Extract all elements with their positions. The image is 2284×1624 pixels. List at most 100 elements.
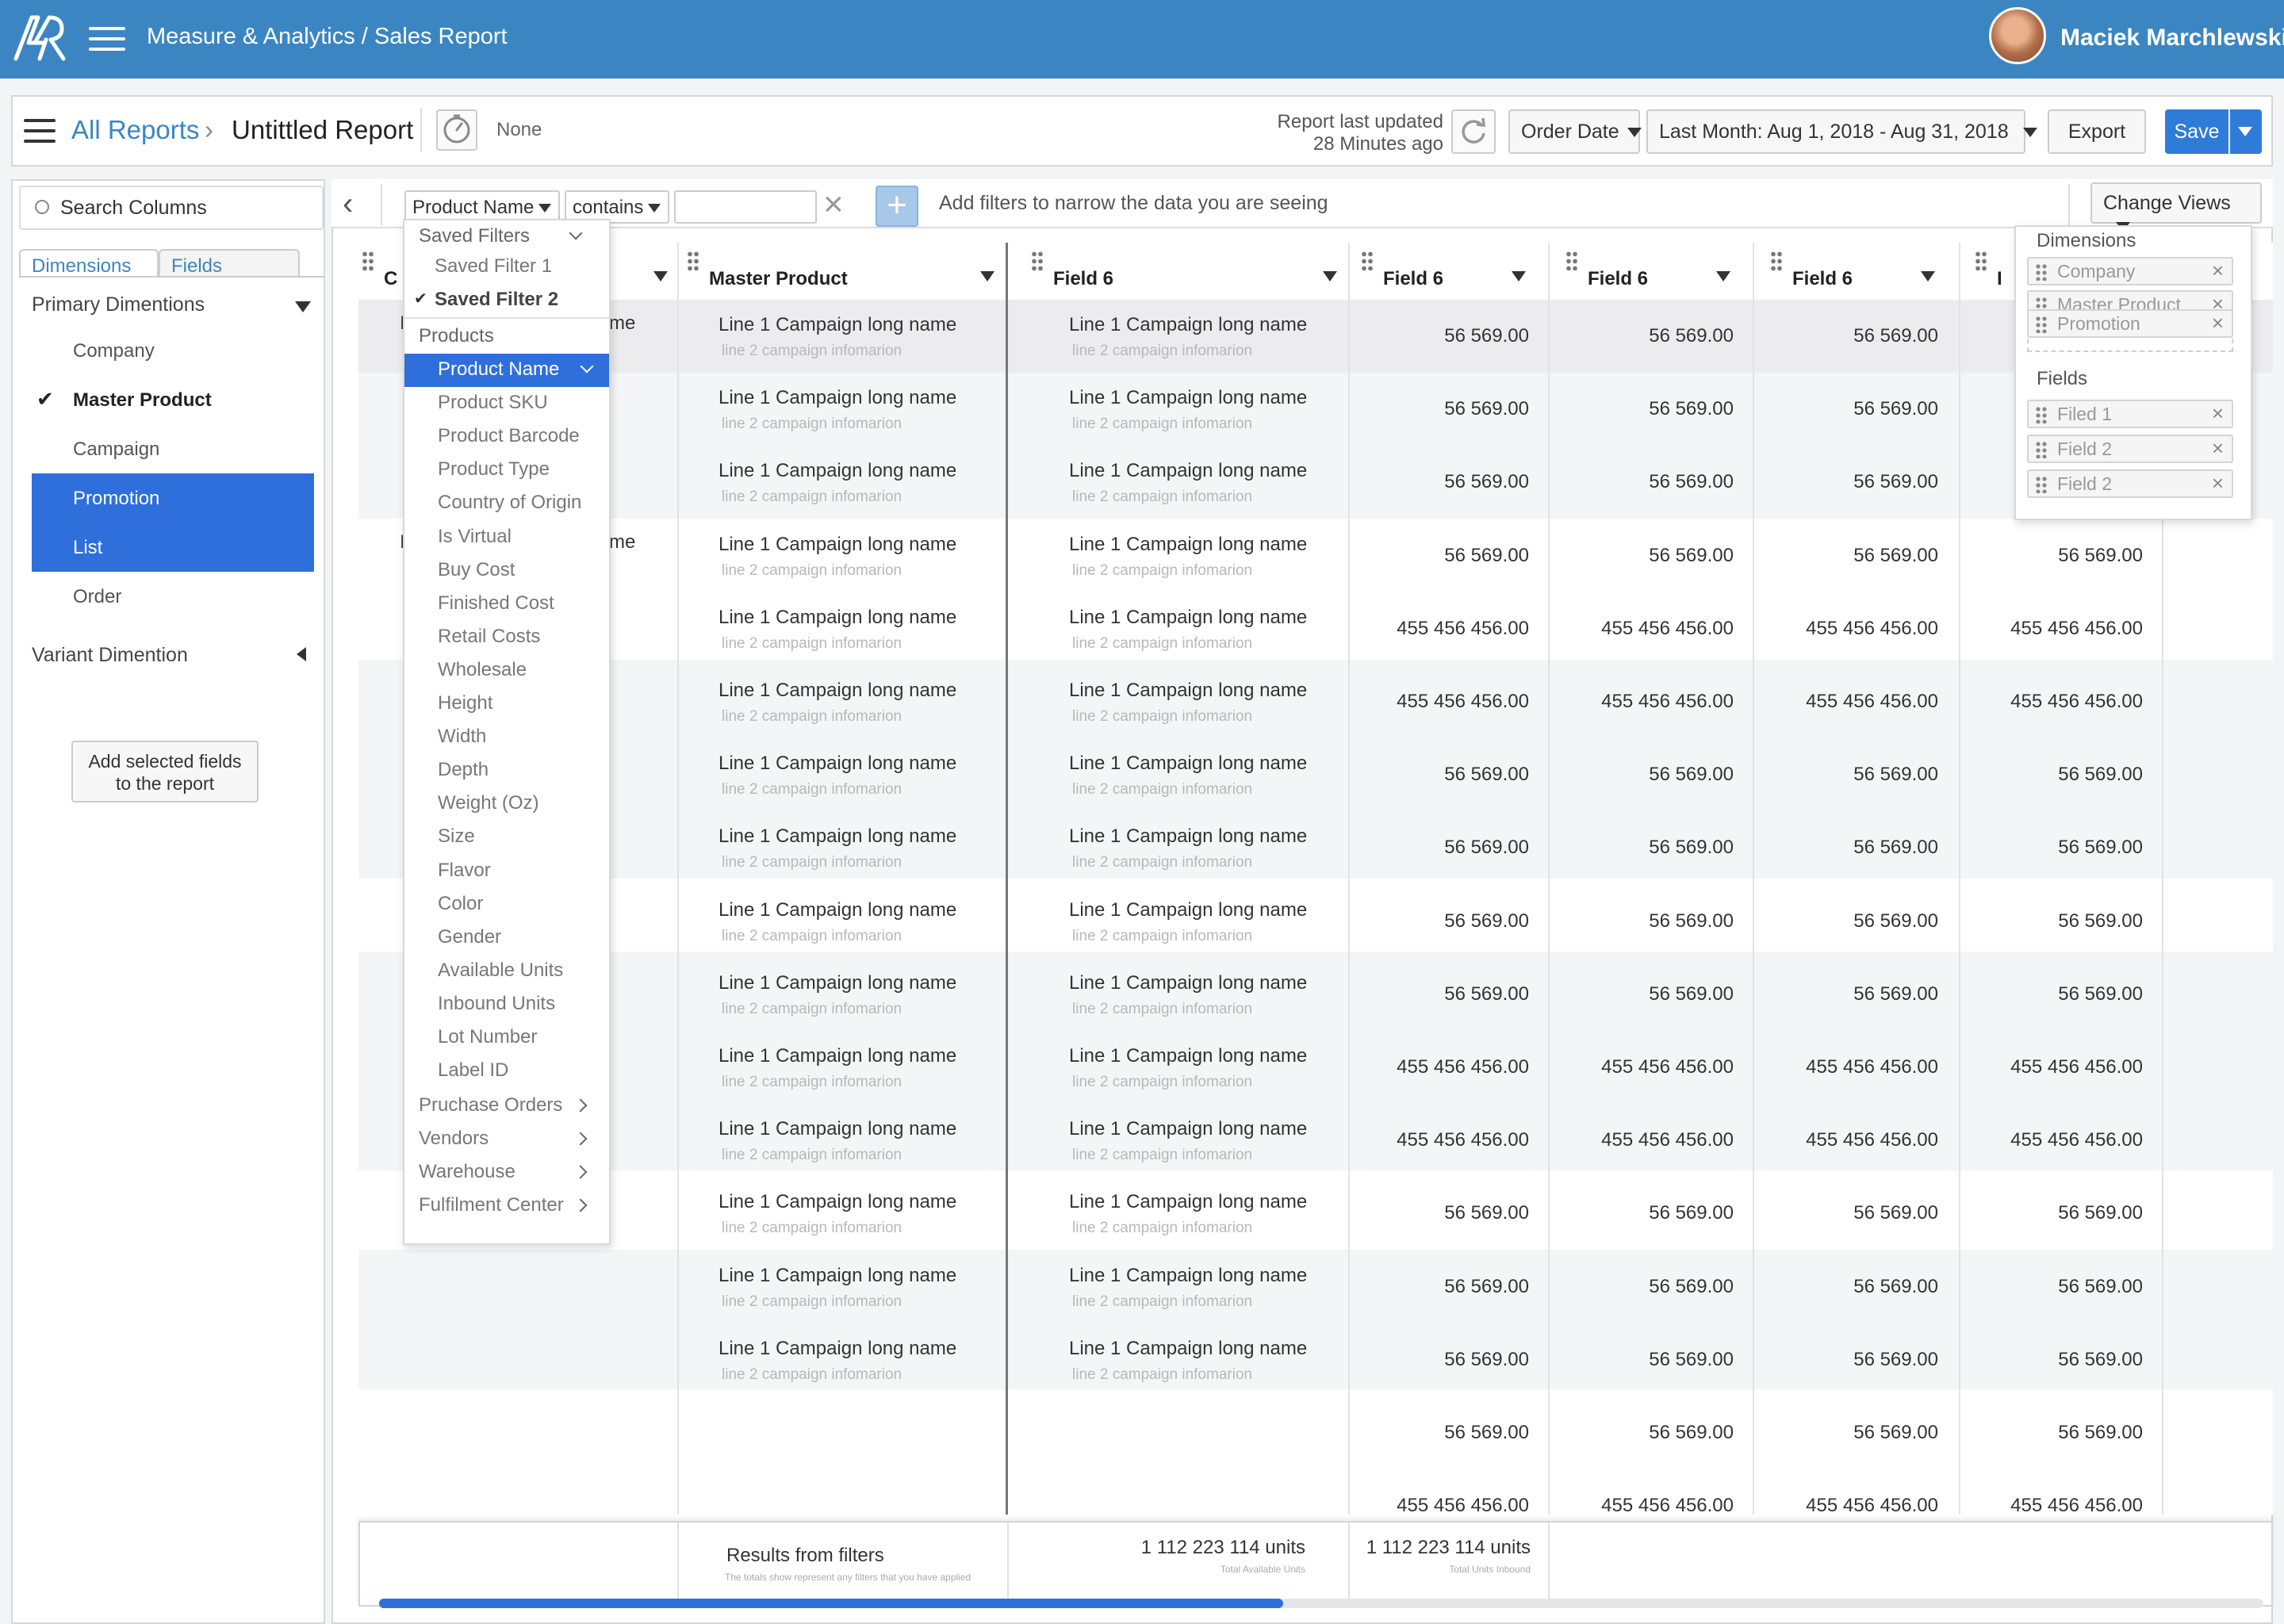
horizontal-scrollbar-thumb[interactable] [379,1599,1283,1608]
column-header-field-6[interactable]: Field 6 [1770,251,1953,297]
tab-fields[interactable]: Fields [159,249,300,278]
field-chip-2[interactable]: Field 2 × [2027,435,2233,463]
drag-handle-icon[interactable] [2035,316,2048,333]
date-field-select[interactable]: Order Date [1508,109,1642,154]
menu-heading-products[interactable]: Products [404,320,609,354]
menu-item-finished-cost[interactable]: Finished Cost [404,588,609,621]
menu-item-color[interactable]: Color [404,888,609,921]
chip-label: Field 2 [2057,439,2113,459]
menu-item-inbound-units[interactable]: Inbound Units [404,988,609,1021]
app-logo[interactable] [11,11,67,63]
dimension-item-campaign[interactable]: Campaign [32,424,314,473]
filter-value-input[interactable] [674,190,817,224]
export-button[interactable]: Export [2048,109,2146,154]
cell-campaign-info: line 2 campaign infomarion [1072,562,1253,579]
caret-down-icon[interactable] [653,271,668,282]
cell-value: 455 456 456.00 [1806,618,1938,639]
caret-down-icon[interactable] [1512,271,1526,282]
change-views-button[interactable]: Change Views [2090,182,2262,232]
menu-item-label-id[interactable]: Label ID [404,1055,609,1088]
dimension-item-company[interactable]: Company [32,326,314,375]
drag-handle-icon[interactable] [1975,251,1987,271]
breadcrumb-all-reports[interactable]: All Reports [71,115,199,145]
menu-item-weight-oz[interactable]: Weight (Oz) [404,787,609,821]
tab-dimensions[interactable]: Dimensions [19,249,159,278]
remove-icon[interactable]: × [2212,436,2224,461]
menu-item-saved-filter-2[interactable]: Saved Filter 2 [404,284,609,317]
caret-down-icon[interactable] [1323,271,1337,282]
menu-item-product-sku[interactable]: Product SKU [404,387,609,420]
menu-item-retail-costs[interactable]: Retail Costs [404,621,609,654]
drag-handle-icon[interactable] [1770,251,1783,271]
caret-down-icon[interactable] [1716,271,1730,282]
cell-value: 56 569.00 [1649,398,1734,419]
column-header-field-6[interactable]: Field 6 [1031,251,1343,297]
drag-handle-icon[interactable] [687,251,699,271]
menu-item-size[interactable]: Size [404,821,609,854]
menu-item-flavor[interactable]: Flavor [404,855,609,888]
menu-item-available-units[interactable]: Available Units [404,955,609,988]
remove-icon[interactable]: × [2212,311,2224,335]
menu-item-lot-number[interactable]: Lot Number [404,1021,609,1055]
variant-dimension-heading[interactable]: Variant Dimention [32,644,188,667]
column-header-field-6[interactable]: Field 6 [1565,251,1748,297]
menu-item-country-of-origin[interactable]: Country of Origin [404,487,609,520]
caret-down-icon[interactable] [980,271,994,282]
dimension-item-list[interactable]: List [32,523,314,572]
remove-icon[interactable]: × [2212,471,2224,496]
menu-item-is-virtual[interactable]: Is Virtual [404,521,609,554]
date-range-select[interactable]: Last Month: Aug 1, 2018 - Aug 31, 2018 [1646,109,2037,154]
report-title[interactable]: Untittled Report [232,115,413,145]
dimension-chip-promotion[interactable]: Promotion × [2027,309,2233,338]
menu-item-product-type[interactable]: Product Type [404,454,609,487]
reports-menu-icon[interactable] [24,119,56,143]
save-button[interactable]: Save [2165,109,2228,154]
frozen-column-divider[interactable] [1006,243,1008,1515]
refresh-button[interactable] [1451,109,1496,154]
dimension-chip-company[interactable]: Company × [2027,257,2233,285]
cell-campaign-name: Line 1 Campaign long name [1069,825,1308,847]
save-options-button[interactable] [2230,109,2262,154]
menu-item-buy-cost[interactable]: Buy Cost [404,554,609,588]
clear-filter-icon[interactable]: × [823,187,844,222]
column-header-label: Field 6 [1588,268,1649,289]
drag-handle-icon[interactable] [2035,476,2048,493]
user-name[interactable]: Maciek Marchlewski [2060,25,2284,52]
primary-dimensions-heading[interactable]: Primary Dimentions [32,293,205,316]
menu-item-product-barcode[interactable]: Product Barcode [404,420,609,454]
drag-handle-icon[interactable] [2035,406,2048,423]
column-header-field-6[interactable]: Field 6 [1361,251,1543,297]
remove-icon[interactable]: × [2212,259,2224,283]
collapse-panel-icon[interactable]: ‹ [343,188,353,220]
add-selected-fields-button[interactable]: Add selected fields to the report [71,741,259,802]
dimension-item-promotion[interactable]: Promotion [32,473,314,523]
add-filter-button[interactable]: + [876,186,918,227]
main-menu-icon[interactable] [89,24,127,54]
dimension-item-order[interactable]: Order [32,572,314,621]
menu-item-width[interactable]: Width [404,721,609,754]
drag-handle-icon[interactable] [2035,263,2048,281]
cell-campaign-info: line 2 campaign infomarion [722,1074,902,1090]
drag-handle-icon[interactable] [1031,251,1044,271]
menu-item-saved-filter-1[interactable]: Saved Filter 1 [404,251,609,284]
drag-handle-icon[interactable] [1565,251,1578,271]
menu-item-product-name[interactable]: Product Name [404,354,609,387]
menu-item-wholesale[interactable]: Wholesale [404,654,609,688]
remove-icon[interactable]: × [2212,401,2224,426]
menu-item-depth[interactable]: Depth [404,754,609,787]
field-chip-1[interactable]: Filed 1 × [2027,400,2233,428]
column-header-master-product[interactable]: Master Product [687,251,1001,297]
menu-item-gender[interactable]: Gender [404,921,609,955]
drag-handle-icon[interactable] [2035,441,2048,458]
cell-campaign-info: line 2 campaign infomarion [722,416,902,432]
field-chip-3[interactable]: Field 2 × [2027,469,2233,498]
drag-handle-icon[interactable] [1361,251,1374,271]
schedule-button[interactable] [436,109,477,151]
caret-down-icon[interactable] [295,301,311,312]
drag-handle-icon[interactable] [362,251,374,271]
dimension-item-master-product[interactable]: Master Product [32,375,314,424]
caret-down-icon[interactable] [1921,271,1935,282]
avatar[interactable] [1989,7,2046,64]
menu-item-height[interactable]: Height [404,688,609,721]
caret-left-icon[interactable] [297,647,306,661]
